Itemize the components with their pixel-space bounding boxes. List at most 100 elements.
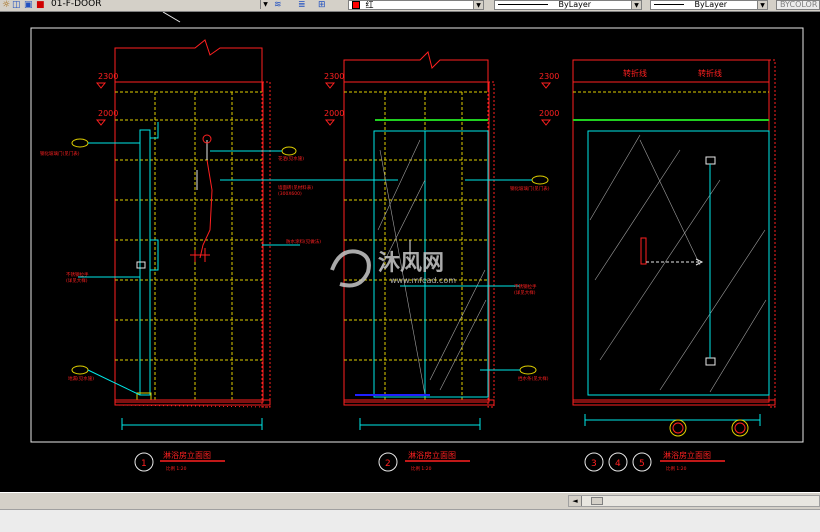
grid-bubble-inner [734,422,746,434]
callout-marker [71,365,89,375]
title-block-1: 1 淋浴房立面图 比例 1:20 [134,450,225,472]
layer-combo[interactable]: 01-F-DOOR ▼ [48,0,270,10]
dimension-line [584,414,761,426]
level-marker-2000 [540,119,552,126]
wall-hatch [768,59,776,408]
color-swatch [352,1,360,9]
layer-previous-icon[interactable]: ≣ [298,0,306,10]
elevation-2: 2300 2000 钢化玻璃门(见门表) 不锈钢拉手(详见大样) 挡水条(见大样… [324,51,550,430]
horizontal-scrollbar[interactable]: ◄ [568,495,820,507]
color-combo[interactable]: 红 ▼ [348,0,484,10]
layer-icon[interactable]: ▣ [24,0,33,10]
break-line [114,39,263,95]
level-2300-label: 2300 [539,72,559,81]
status-area: ◄ [0,492,820,532]
chevron-down-icon[interactable]: ▼ [473,1,483,9]
hinge-bottom [705,357,716,366]
lock-icon[interactable]: ◫ [12,0,21,10]
layer-states-icon[interactable]: ⊞ [318,0,326,10]
cursor-mark [162,12,181,23]
callout-wall-tile: 墙面砖(见材料表) (300X600) [278,184,313,197]
wall-outline [572,59,770,403]
wall-outline [114,81,264,403]
callout-glass-door: 钢化玻璃门(见门表) [40,150,80,157]
sheet-border [30,27,804,443]
layer-color-icon: ■ [36,0,45,10]
linetype-name: ByLayer [558,0,592,9]
title-3-number-b: 4 [615,459,621,469]
dimension-line [121,418,263,430]
level-marker-2000 [95,119,107,126]
level-marker-2000 [324,119,336,126]
level-2000-label: 2000 [539,109,559,118]
leader-line [87,369,141,396]
title-3-number-c: 5 [639,459,645,469]
level-2300-label: 2300 [324,72,344,81]
sun-icon[interactable]: ☼ [2,0,10,10]
level-marker-2300 [324,82,336,89]
color-name: 红 [365,0,374,10]
level-marker-2300 [540,82,552,89]
title-1-name: 淋浴房立面图 [163,450,211,460]
chevron-down-icon[interactable]: ▼ [757,1,767,9]
callout-glass-door: 钢化玻璃门(见门表) [510,185,550,192]
glass-panel [587,130,770,396]
cut-label-right: 转折线 [698,68,722,78]
level-2300-label: 2300 [98,72,118,81]
lineweight-preview [654,4,684,5]
level-marker-2300 [95,82,107,89]
title-1-number: 1 [141,459,147,469]
tile-grid [344,91,488,400]
break-line [343,51,489,95]
watermark-brand: 沐风网 [378,251,444,276]
wall-outline [343,81,490,403]
mixer-valve [190,248,210,262]
glass-reflection [589,134,767,393]
callout-shower: 花洒(见水施) [278,155,304,162]
grid-bubble [731,419,749,437]
scroll-thumb[interactable] [591,497,603,505]
grid-bubble [669,419,687,437]
door-hinge [150,122,159,139]
callout-threshold: 挡水条(见大样) [518,375,549,382]
layer-name: 01-F-DOOR [51,0,102,9]
title-block-2: 2 淋浴房立面图 比例 1:20 [378,450,470,472]
title-3-scale: 比例 1:20 [666,465,687,472]
make-current-icon[interactable]: ≋ [274,0,282,10]
linetype-preview [498,4,548,5]
chevron-down-icon[interactable]: ▼ [260,0,270,9]
elevation-3: 转折线 转折线 2300 2000 [539,59,776,437]
lineweight-name: ByLayer [694,0,728,9]
callout-handle: 不锈钢拉手(详见大样) [66,271,89,284]
tile-grid [115,91,262,400]
handle-detail [136,261,146,269]
title-3-number-a: 3 [591,459,597,469]
plotstyle-name: BYCOLOR [780,0,818,9]
title-3-name: 淋浴房立面图 [663,450,711,460]
door-handle [150,239,159,271]
drawing-canvas[interactable]: 2300 2000 钢化玻璃门(见门表) 不锈钢拉手(详见大样) 地漏(见水施)… [0,12,820,492]
callout-waterproof: 防水涂料(见做法) [286,238,321,245]
callout-marker [281,146,297,156]
callout-marker [71,138,89,148]
title-2-name: 淋浴房立面图 [408,450,456,460]
lineweight-combo[interactable]: ByLayer ▼ [650,0,768,10]
level-2000-label: 2000 [324,109,344,118]
cad-drawing: 2300 2000 钢化玻璃门(见门表) 不锈钢拉手(详见大样) 地漏(见水施)… [30,12,804,472]
cut-label-left: 转折线 [623,68,647,78]
dimension-line [359,418,481,430]
scroll-left-icon[interactable]: ◄ [569,496,582,506]
command-line[interactable] [0,509,820,532]
title-block-3: 3 4 5 淋浴房立面图 比例 1:20 [584,450,725,472]
callout-marker [531,175,549,185]
callout-floor-drain: 地漏(见水施) [68,375,94,382]
plotstyle-combo[interactable]: BYCOLOR [776,0,820,10]
title-1-scale: 比例 1:20 [166,465,187,472]
title-2-number: 2 [385,459,391,469]
hinge-top [705,156,716,165]
linetype-combo[interactable]: ByLayer ▼ [494,0,642,10]
properties-toolbar: ☼ ◫ ▣ ■ 01-F-DOOR ▼ ≋ ≣ ⊞ 红 ▼ ByLayer ▼ … [0,0,820,12]
callout-marker [519,365,537,375]
chevron-down-icon[interactable]: ▼ [631,1,641,9]
door-handle [640,237,647,265]
